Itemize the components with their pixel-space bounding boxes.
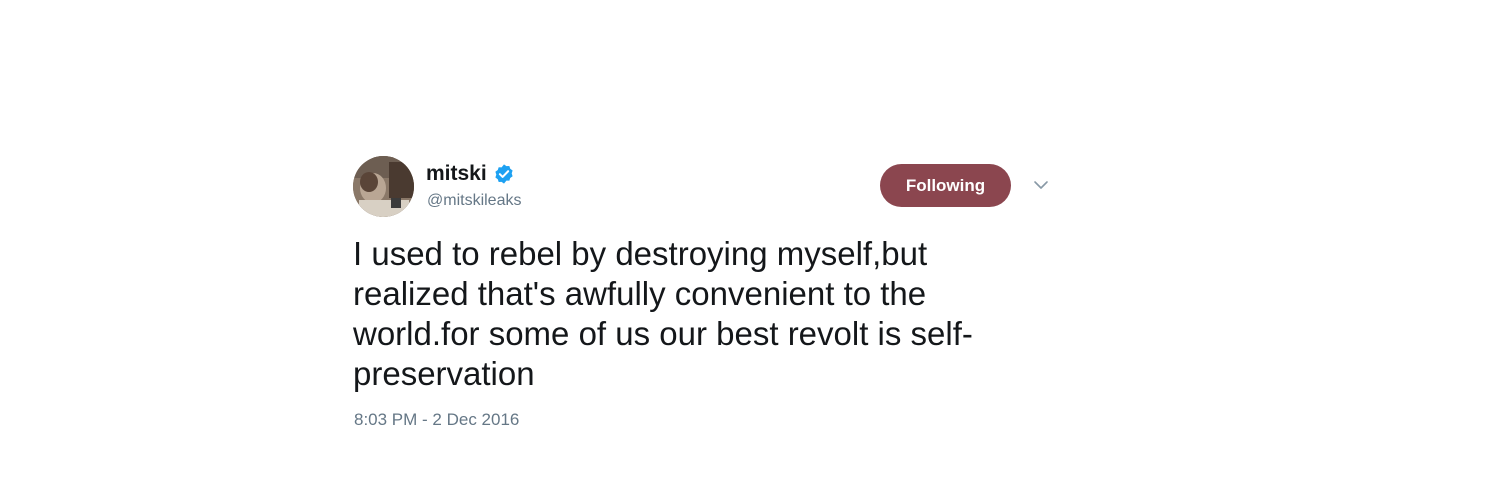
following-button[interactable]: Following (880, 164, 1011, 207)
verified-badge-icon (493, 163, 515, 185)
tweet-card: mitski @mitskileaks Following I used to … (353, 156, 1053, 446)
avatar[interactable] (353, 156, 414, 217)
chevron-down-icon[interactable] (1033, 178, 1049, 190)
author-display-name[interactable]: mitski (426, 162, 487, 186)
avatar-photo (353, 156, 414, 217)
author-name-row: mitski (426, 161, 515, 187)
tweet-timestamp[interactable]: 8:03 PM - 2 Dec 2016 (354, 410, 519, 430)
author-handle[interactable]: @mitskileaks (427, 192, 521, 210)
tweet-text: I used to rebel by destroying myself,but… (353, 235, 973, 392)
